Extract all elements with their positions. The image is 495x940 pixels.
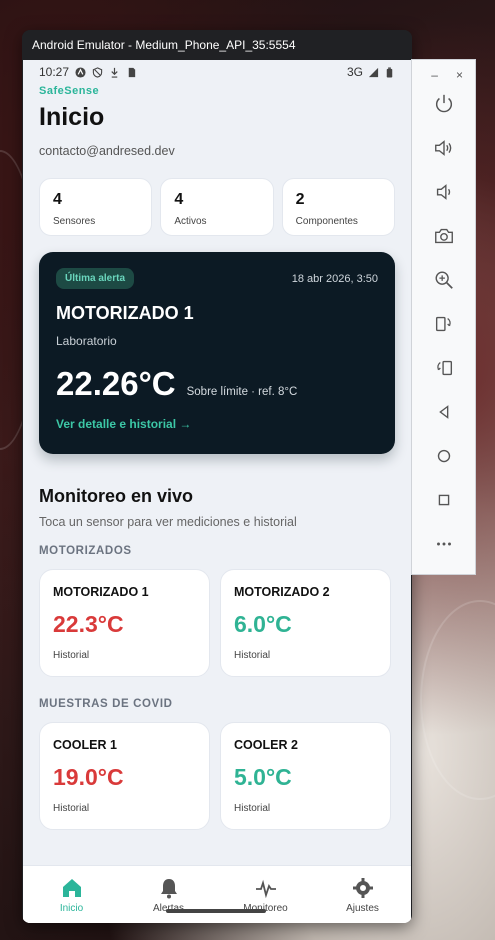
alert-sensor-name: MOTORIZADO 1 [56, 303, 194, 323]
zoom-button[interactable] [412, 258, 475, 302]
overview-icon [438, 494, 449, 506]
sensor-history-label: Historial [53, 803, 90, 814]
page-title: Inicio [39, 103, 105, 131]
emulator-title: Android Emulator - Medium_Phone_API_35:5… [22, 30, 412, 60]
download-icon [111, 67, 118, 78]
shield-icon [92, 66, 103, 78]
sensor-card[interactable]: MOTORIZADO 1 22.3°C Historial [39, 569, 210, 677]
nav-label: Inicio [59, 903, 84, 914]
more-button[interactable] [412, 522, 475, 566]
group-label: MOTORIZADOS [39, 545, 132, 557]
alert-note: Sobre límite · ref. 8°C [186, 386, 298, 398]
power-button[interactable] [412, 82, 475, 126]
alert-location: Laboratorio [56, 334, 117, 348]
volume-down-button[interactable] [412, 170, 475, 214]
alert-value: 22.26°C [56, 365, 176, 402]
more-icon [436, 542, 451, 546]
brand-name: SafeSense [39, 85, 100, 97]
volume-down-icon [436, 184, 450, 200]
stat-value: 4 [174, 191, 184, 208]
home-circle-icon [437, 449, 450, 463]
stats-row: 4 Sensores 4 Activos 2 Componentes [39, 178, 395, 236]
user-email: contacto@andresed.dev [39, 144, 175, 158]
signal-icon [368, 67, 379, 77]
phone-screen: 10:27 3G SafeSense Inicio contacto@andre… [23, 60, 411, 923]
rotate-left-button[interactable] [412, 302, 475, 346]
home-icon [62, 879, 81, 897]
status-bar: 10:27 3G [23, 60, 411, 84]
sensor-temperature: 19.0°C [53, 764, 124, 790]
volume-up-button[interactable] [412, 126, 475, 170]
sensor-history-label: Historial [53, 650, 90, 661]
monitor-subtitle: Toca un sensor para ver mediciones e his… [39, 515, 297, 529]
sensor-grid: COOLER 1 19.0°C Historial COOLER 2 5.0°C… [39, 722, 395, 830]
alert-date: 18 abr 2026, 3:50 [291, 272, 378, 285]
stat-card-sensors: 4 Sensores [39, 178, 153, 236]
last-alert-card[interactable]: Última alerta 18 abr 2026, 3:50 MOTORIZA… [39, 252, 395, 454]
stat-value: 2 [295, 191, 305, 208]
overview-button[interactable] [412, 478, 475, 522]
nav-label: Ajustes [346, 903, 379, 914]
rotate-right-button[interactable] [412, 346, 475, 390]
group-label: MUESTRAS DE COVID [39, 698, 173, 710]
sim-card-icon [128, 67, 136, 77]
nav-item-monitoring[interactable]: Monitoreo [217, 866, 314, 923]
alert-detail-link[interactable]: Ver detalle e historial → [56, 417, 378, 431]
network-type: 3G [346, 65, 363, 79]
sensor-grid: MOTORIZADO 1 22.3°C Historial MOTORIZADO… [39, 569, 395, 677]
sensor-temperature: 22.3°C [53, 611, 124, 637]
emulator-toolbar: – × [411, 59, 476, 575]
stat-label: Sensores [53, 216, 96, 227]
gesture-bar[interactable] [166, 909, 266, 913]
rotate-right-icon [436, 360, 452, 376]
nav-item-home[interactable]: Inicio [23, 866, 120, 923]
back-button[interactable] [412, 390, 475, 434]
battery-icon [386, 66, 393, 78]
emulator-window: Android Emulator - Medium_Phone_API_35:5… [22, 30, 412, 923]
close-button[interactable]: × [456, 68, 463, 82]
pulse-icon [255, 879, 276, 899]
alert-badge: Última alerta [56, 268, 135, 289]
back-icon [438, 405, 448, 419]
home-button[interactable] [412, 434, 475, 478]
power-icon [435, 94, 452, 113]
stat-label: Activos [174, 216, 207, 227]
nav-item-alerts[interactable]: Alertas [120, 866, 217, 923]
android-icon [75, 66, 86, 78]
stat-card-components: 2 Componentes [281, 178, 395, 236]
sensor-history-label: Historial [234, 650, 271, 661]
sensor-name: COOLER 2 [234, 738, 298, 752]
sensor-name: MOTORIZADO 2 [234, 585, 330, 599]
sensor-name: COOLER 1 [53, 738, 117, 752]
monitor-title: Monitoreo en vivo [39, 486, 194, 506]
sensor-card[interactable]: COOLER 1 19.0°C Historial [39, 722, 210, 830]
sensor-name: MOTORIZADO 1 [53, 585, 149, 599]
stat-value: 4 [53, 191, 62, 208]
gear-icon [352, 878, 373, 898]
zoom-in-icon [435, 271, 453, 289]
sensor-card[interactable]: COOLER 2 5.0°C Historial [220, 722, 391, 830]
status-time: 10:27 [39, 65, 70, 79]
bell-icon [160, 879, 177, 899]
sensor-temperature: 5.0°C [234, 764, 292, 790]
stat-label: Componentes [295, 216, 358, 227]
minimize-button[interactable]: – [431, 68, 438, 82]
volume-up-icon [434, 140, 451, 156]
sensor-card[interactable]: MOTORIZADO 2 6.0°C Historial [220, 569, 391, 677]
nav-item-settings[interactable]: Ajustes [314, 866, 411, 923]
rotate-left-icon [435, 316, 451, 332]
stat-card-active: 4 Activos [160, 178, 274, 236]
sensor-history-label: Historial [234, 803, 271, 814]
camera-icon [434, 228, 453, 244]
screenshot-button[interactable] [412, 214, 475, 258]
sensor-temperature: 6.0°C [234, 611, 292, 637]
bottom-navigation: Inicio Alertas Monitoreo Ajustes [23, 865, 411, 923]
